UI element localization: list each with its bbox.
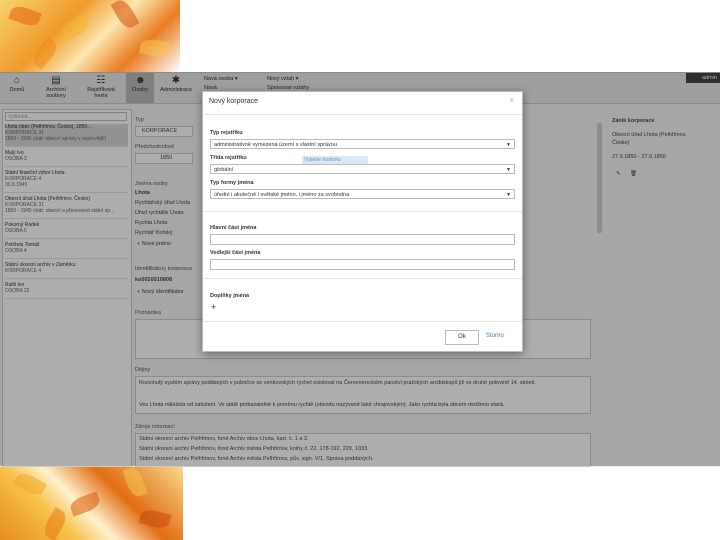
dropdown-hint: Vyberte hodnotu [302,156,368,164]
caret-down-icon: ▼ [506,192,511,198]
divider [203,321,522,322]
divider [203,211,522,212]
name-extras-label: Doplňky jména [210,293,250,299]
side-name-part-input[interactable] [210,259,515,270]
registry-class-value: globální [214,167,234,173]
caret-down-icon: ▼ [506,142,511,148]
registry-type-value: administrativně vymezená území s vlastní… [214,142,337,148]
registry-class-select[interactable]: globální ▼ [210,164,515,174]
name-form-type-label: Typ formy jména [210,180,254,186]
side-name-part-label: Vedlejší část jména [210,250,261,256]
main-name-part-input[interactable] [210,234,515,245]
dialog-title: Nový korporace [209,98,259,105]
divider [203,114,522,115]
autumn-leaves-image-top [0,0,180,72]
add-extra-button[interactable]: + [211,302,216,312]
name-form-type-select[interactable]: úřední i akutečně i světské jméno, i jmé… [210,189,515,199]
cancel-button[interactable]: Storno [486,330,504,343]
main-name-part-label: Hlavní část jména [210,225,257,231]
registry-type-label: Typ rejstříku [210,130,243,136]
divider [203,278,522,279]
registry-class-label: Třída rejstříku [210,155,247,161]
close-icon[interactable]: × [509,96,514,105]
ok-button[interactable]: Ok [445,330,479,345]
caret-down-icon: ▼ [506,167,511,173]
registry-type-select[interactable]: administrativně vymezená území s vlastní… [210,139,515,149]
new-corporation-dialog: Nový korporace × Typ rejstříku administr… [202,91,523,352]
autumn-leaves-image-bottom [0,466,183,540]
name-form-type-value: úřední i akutečně i světské jméno, i jmé… [214,192,350,198]
